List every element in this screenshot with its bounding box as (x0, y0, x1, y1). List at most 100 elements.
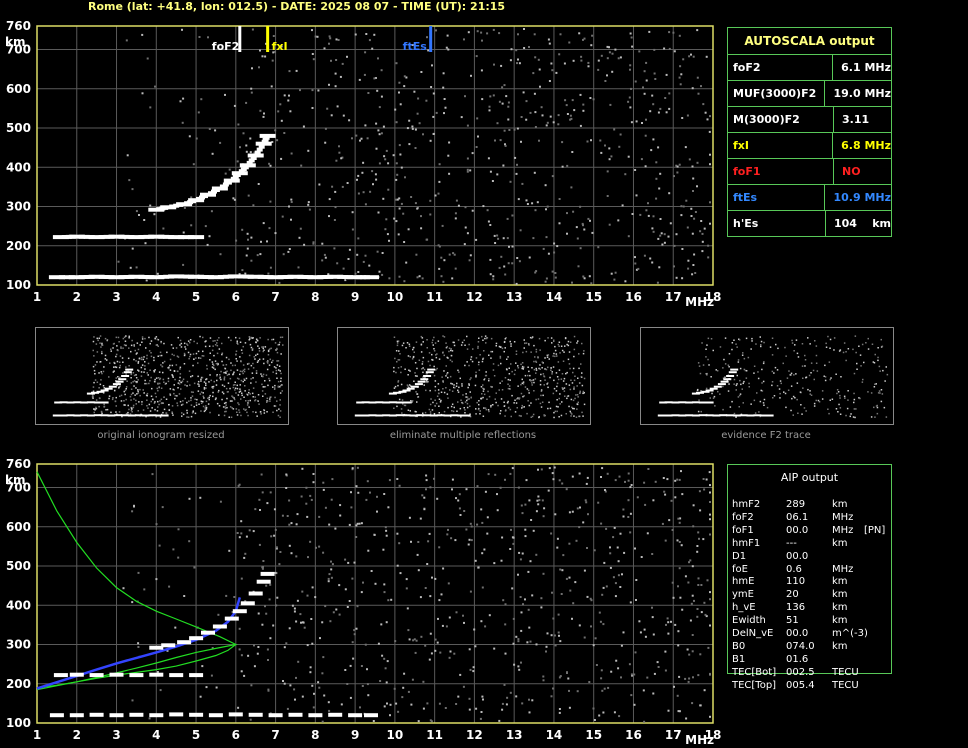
thumbnail-original-ionogram (35, 327, 289, 425)
noise-dot (241, 352, 244, 354)
noise-dot (588, 681, 591, 683)
noise-dot (463, 38, 465, 41)
noise-dot (380, 95, 383, 98)
noise-dot (224, 172, 227, 175)
noise-dot (582, 224, 584, 227)
noise-dot (462, 402, 464, 405)
noise-dot (272, 338, 275, 341)
noise-dot (324, 141, 327, 144)
noise-dot (493, 375, 496, 377)
noise-dot (177, 556, 180, 559)
noise-dot (579, 247, 582, 250)
noise-dot (241, 394, 243, 397)
noise-dot (875, 405, 878, 407)
noise-dot (403, 75, 406, 78)
noise-dot (153, 356, 155, 359)
noise-dot (228, 373, 230, 376)
aip-extra (864, 499, 894, 512)
trace-point (160, 414, 169, 417)
noise-dot (731, 348, 733, 351)
noise-dot (249, 343, 252, 346)
noise-dot (222, 406, 225, 408)
noise-dot (500, 398, 503, 400)
noise-dot (836, 392, 838, 395)
noise-dot (475, 408, 477, 410)
noise-dot (295, 69, 298, 72)
noise-dot (755, 343, 757, 345)
noise-dot (491, 350, 494, 353)
noise-dot (750, 403, 752, 405)
noise-dot (465, 528, 468, 531)
noise-dot (281, 390, 283, 392)
noise-dot (490, 337, 493, 340)
noise-dot (474, 645, 477, 648)
noise-dot (705, 387, 708, 390)
noise-dot (776, 369, 779, 371)
noise-dot (479, 410, 481, 412)
noise-dot (428, 408, 431, 411)
noise-dot (492, 363, 495, 365)
noise-dot (495, 401, 497, 404)
noise-dot (112, 343, 115, 345)
noise-dot (546, 121, 549, 124)
noise-dot (481, 393, 483, 395)
noise-dot (450, 537, 453, 540)
noise-dot (799, 391, 802, 393)
noise-dot (330, 576, 333, 579)
noise-dot (335, 159, 338, 162)
noise-dot (677, 517, 680, 520)
noise-dot (148, 336, 150, 339)
noise-dot (141, 401, 143, 403)
series-2 (148, 133, 276, 212)
noise-dot (815, 362, 818, 364)
noise-dot (736, 374, 738, 377)
noise-dot (557, 378, 560, 381)
noise-dot (261, 383, 263, 386)
noise-dot (507, 387, 510, 390)
noise-dot (699, 230, 702, 233)
noise-dot (510, 415, 512, 418)
noise-dot (709, 153, 711, 156)
noise-dot (355, 134, 358, 137)
noise-dot (515, 695, 518, 698)
noise-dot (425, 488, 427, 491)
noise-dot (540, 606, 543, 609)
noise-dot (435, 402, 438, 405)
noise-dot (771, 370, 774, 373)
trace-point (364, 713, 378, 718)
noise-dot (119, 376, 121, 379)
noise-dot (524, 528, 527, 531)
noise-dot (762, 380, 765, 383)
noise-dot (223, 371, 225, 374)
noise-dot (400, 408, 403, 410)
noise-dot (278, 365, 281, 367)
noise-dot (829, 399, 831, 401)
noise-dot (583, 228, 586, 231)
noise-dot (175, 347, 178, 349)
aip-row: hmE 110 km (732, 576, 932, 589)
noise-dot (561, 165, 564, 168)
noise-dot (569, 367, 571, 370)
noise-dot (499, 346, 502, 348)
autoscala-row: fxI 6.8 MHz (728, 133, 891, 159)
noise-dot (568, 405, 570, 408)
noise-dot (131, 411, 133, 413)
noise-dot (327, 701, 330, 704)
noise-dot (482, 205, 485, 208)
noise-dot (604, 489, 606, 491)
x-tick-label: 8 (311, 290, 319, 304)
noise-dot (124, 393, 126, 396)
noise-dot (462, 685, 465, 688)
trace-point (348, 713, 363, 718)
noise-dot (302, 125, 305, 128)
aip-value: 110 (786, 576, 806, 588)
noise-dot (230, 369, 232, 372)
noise-dot (428, 352, 431, 354)
noise-dot (98, 397, 101, 399)
noise-dot (455, 385, 458, 387)
noise-dot (659, 234, 662, 237)
noise-dot (145, 382, 148, 385)
noise-dot (403, 672, 406, 675)
noise-dot (101, 412, 103, 415)
noise-dot (510, 528, 512, 531)
